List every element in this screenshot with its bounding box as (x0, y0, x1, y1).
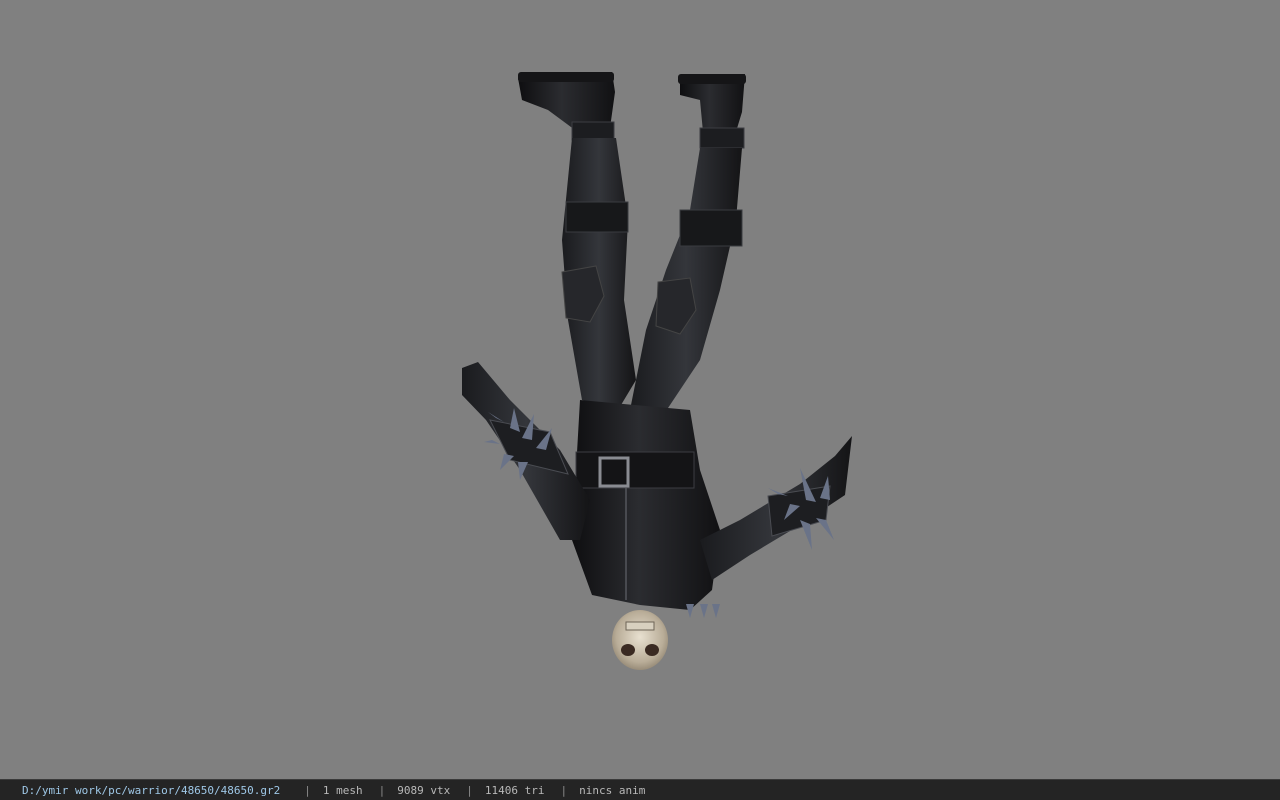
status-separator: | (560, 783, 568, 797)
3d-viewport[interactable] (0, 0, 1280, 779)
right-leg (630, 148, 743, 420)
torso-jacket (572, 400, 720, 610)
triangle-count-label: 11406 tri (484, 783, 545, 797)
warrior-model-render (462, 72, 852, 670)
mesh-count-label: 1 mesh (322, 783, 363, 797)
status-separator: | (304, 783, 311, 797)
file-path-label: D:/ymir work/pc/warrior/48650/48650.gr2 (22, 783, 281, 797)
left-arm (462, 362, 590, 540)
vertex-count-label: 9089 vtx (397, 783, 451, 797)
status-separator: | (466, 783, 473, 797)
right-boot (678, 74, 746, 149)
skull-head (612, 610, 668, 670)
right-arm (700, 436, 852, 580)
status-bar: D:/ymir work/pc/warrior/48650/48650.gr2 … (0, 779, 1280, 800)
left-boot (518, 72, 615, 141)
status-separator: | (378, 783, 386, 797)
left-leg (561, 138, 636, 410)
animation-status-label: nincs anim (579, 783, 646, 797)
